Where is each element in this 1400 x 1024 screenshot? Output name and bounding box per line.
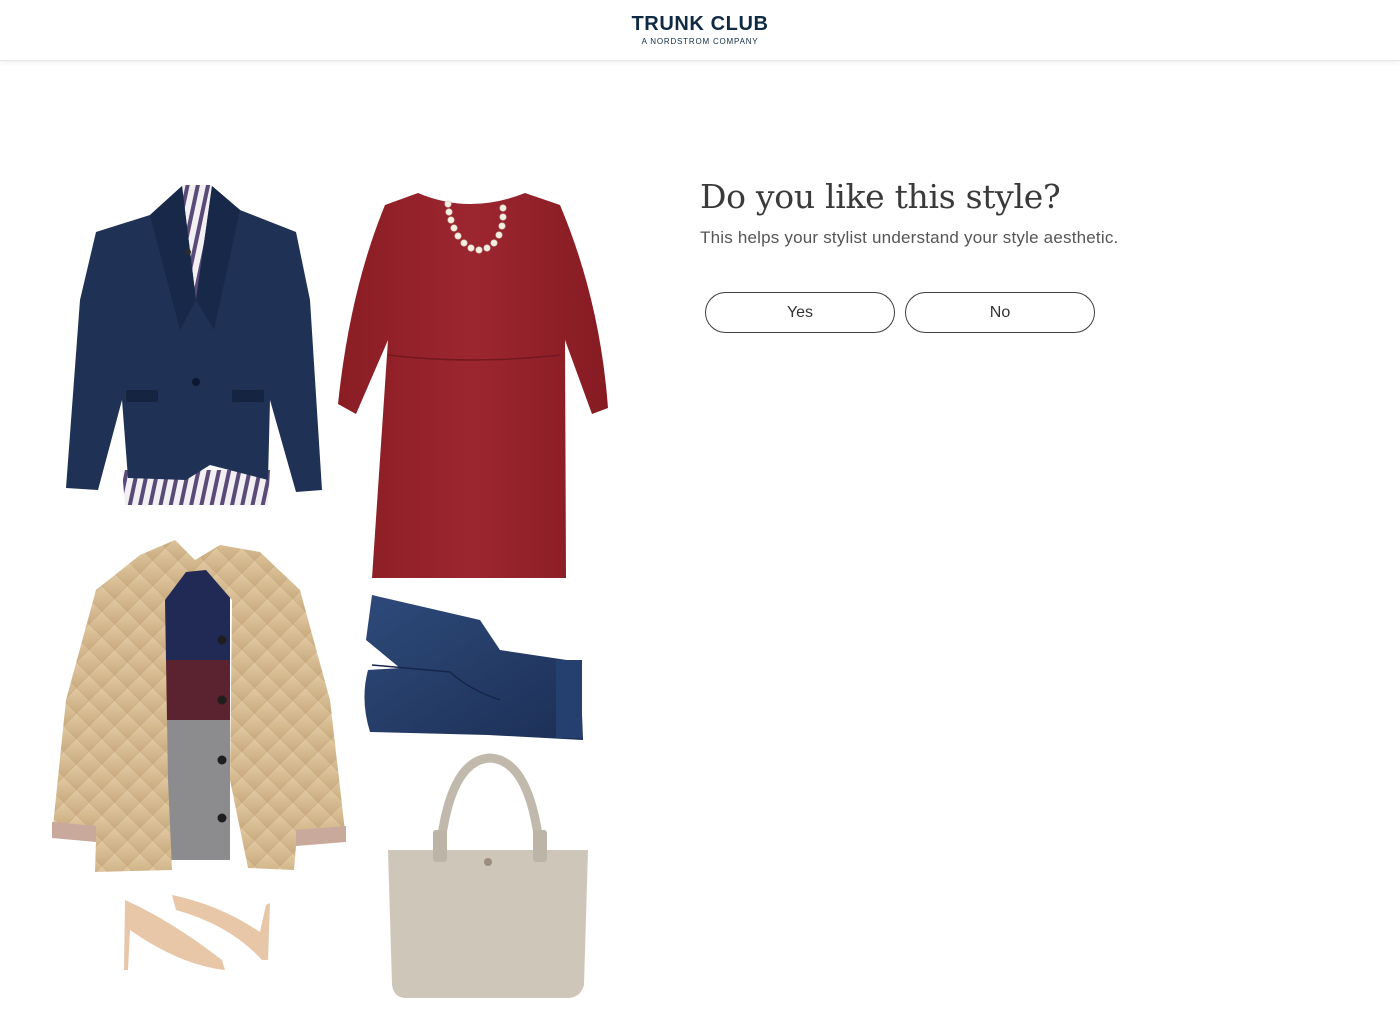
answer-buttons: Yes No — [705, 292, 1095, 333]
logo-tagline: A NORDSTROM COMPANY — [641, 37, 759, 46]
style-outfit-image — [0, 155, 640, 1024]
tote-bag-icon — [388, 753, 588, 998]
yes-button[interactable]: Yes — [705, 292, 895, 333]
logo-wordmark: TRUNK CLUB — [631, 13, 769, 35]
top-navigation-bar: TRUNK CLUB A NORDSTROM COMPANY — [0, 0, 1400, 61]
question-title: Do you like this style? — [700, 177, 1061, 216]
question-subtitle: This helps your stylist understand your … — [700, 228, 1119, 247]
dark-jeans-icon — [364, 595, 583, 740]
trunk-club-logo[interactable]: TRUNK CLUB A NORDSTROM COMPANY — [600, 12, 800, 47]
style-question-panel: Do you like this style? This helps your … — [700, 176, 1320, 333]
outfit-collage-illustration — [52, 185, 608, 998]
nude-heels-icon — [124, 895, 270, 970]
no-button[interactable]: No — [905, 292, 1095, 333]
